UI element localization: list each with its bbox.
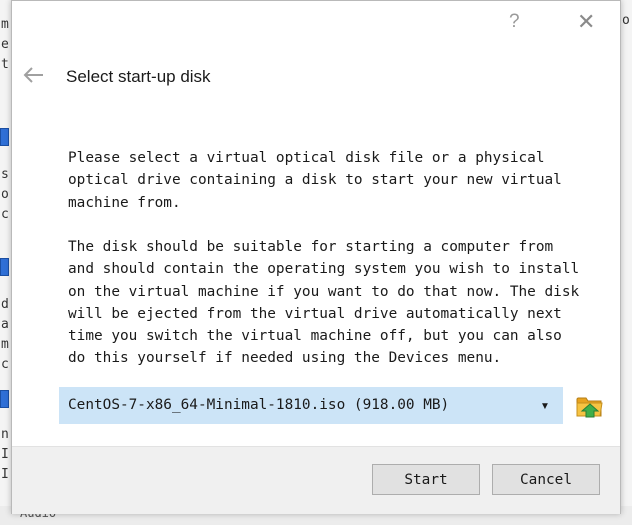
background-text: c <box>1 357 9 372</box>
background-text: n <box>1 427 9 442</box>
background-text: t <box>1 57 9 72</box>
background-text: m <box>1 17 9 32</box>
background-icon <box>0 258 9 276</box>
instruction-paragraph: Please select a virtual optical disk fil… <box>68 150 562 211</box>
help-button[interactable]: ? <box>509 11 520 33</box>
dialog-heading: Select start-up disk <box>66 67 211 86</box>
cancel-button[interactable]: Cancel <box>492 464 600 495</box>
folder-icon <box>576 397 603 418</box>
background-text: o <box>622 13 630 28</box>
background-icon <box>0 128 9 146</box>
background-text: d <box>1 297 9 312</box>
background-text: c <box>1 207 9 222</box>
back-arrow-icon[interactable] <box>22 64 46 86</box>
background-text: e <box>1 37 9 52</box>
select-startup-disk-dialog: ? ✕ Select start-up disk Please select a… <box>11 0 621 514</box>
choose-disk-file-button[interactable] <box>575 391 605 421</box>
background-text: I <box>1 447 9 462</box>
disk-info-paragraph: The disk should be suitable for starting… <box>68 239 580 367</box>
chevron-down-icon: ▼ <box>540 401 550 412</box>
background-text: s <box>1 167 9 182</box>
start-button[interactable]: Start <box>372 464 480 495</box>
background-text: o <box>1 187 9 202</box>
background-window-right: o <box>620 0 632 525</box>
dialog-footer: Start Cancel <box>12 446 620 514</box>
background-text: a <box>1 317 9 332</box>
background-text: I <box>1 467 9 482</box>
disk-selector-value: CentOS-7-x86_64-Minimal-1810.iso (918.00… <box>68 397 450 413</box>
disk-selector[interactable]: CentOS-7-x86_64-Minimal-1810.iso (918.00… <box>59 387 563 424</box>
close-button[interactable]: ✕ <box>577 9 595 35</box>
background-text: m <box>1 337 9 352</box>
background-icon <box>0 390 9 408</box>
